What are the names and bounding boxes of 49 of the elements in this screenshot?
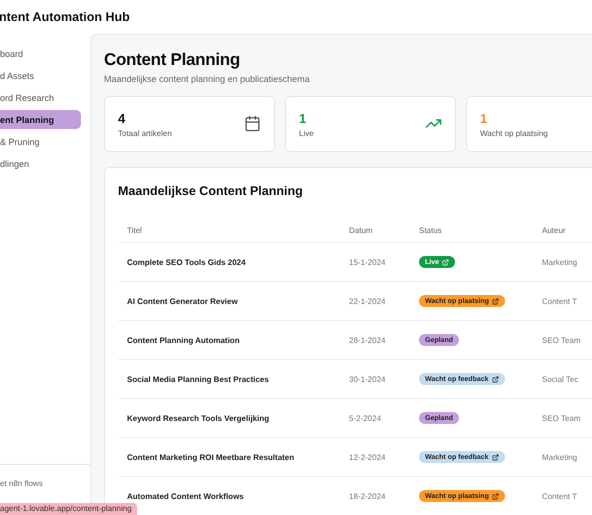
sidebar-item[interactable]: d Assets	[0, 66, 81, 85]
table-cell-text: Complete SEO Tools Gids 2024	[127, 258, 247, 266]
table-cell-text: Social Media Planning Best Practices	[127, 374, 270, 384]
table-cell-text: 28-1-2024	[349, 336, 386, 344]
table-cell-text: 15-1-2024	[349, 258, 386, 266]
table-cell-text: 22-1-2024	[349, 296, 386, 306]
link-preview-url: agent-1.lovable.app/content-planning	[0, 503, 137, 515]
table-cell-text: Keyword Research Tools Vergelijking	[127, 414, 270, 422]
table-cell-text: Content T	[542, 296, 578, 306]
column-header: Auteur	[542, 226, 567, 234]
table-cell-text: Automated Content Workflows	[127, 492, 245, 500]
external-link-icon	[492, 454, 499, 460]
table-title: Maandelijkse Content Planning	[118, 184, 304, 198]
external-link-icon	[492, 492, 499, 500]
page-subtitle: Maandelijkse content planning en publicatieschema	[104, 74, 311, 84]
stat-label: Wacht op plaatsing	[480, 129, 548, 138]
table-cell-text: Marketing	[542, 258, 578, 266]
stat-label: Live	[299, 129, 314, 138]
sidebar-item[interactable]: board	[0, 44, 81, 63]
table-cell-text: SEO Team	[542, 414, 582, 422]
external-link-icon	[492, 376, 499, 382]
sidebar-item[interactable]: ord Research	[0, 88, 81, 107]
table-cell-text: 30-1-2024	[349, 374, 386, 384]
table-cell-text: Marketing	[542, 452, 578, 462]
column-header: Titel	[127, 226, 143, 234]
column-header: Status	[419, 226, 443, 234]
sidebar-item[interactable]: & Pruning	[0, 132, 81, 151]
stat-value: 1	[299, 111, 308, 126]
table-cell-text: Social Tec	[542, 374, 580, 384]
table-cell-text: Content Planning Automation	[127, 336, 241, 344]
app-title: ntent Automation Hub	[0, 10, 130, 24]
table-cell-text: 5-2-2024	[349, 414, 382, 422]
column-header: Datum	[349, 226, 374, 234]
table-cell-text: 12-2-2024	[349, 452, 386, 462]
table-cell-text: Content T	[542, 492, 578, 500]
stat-value: 4	[118, 111, 126, 126]
page-title: Content Planning	[104, 50, 241, 70]
sidebar-item[interactable]: dlingen	[0, 154, 81, 173]
sidebar-footer-text: et n8n flows	[0, 479, 43, 488]
table-cell-text: Content Marketing ROI Meetbare Resultaten	[127, 452, 296, 462]
table-cell-text: 18-2-2024	[349, 492, 386, 500]
external-link-icon	[442, 258, 450, 266]
external-link-icon	[492, 298, 499, 304]
stat-value: 1	[480, 111, 488, 126]
table-cell-text: AI Content Generator Review	[127, 296, 239, 306]
calendar-icon	[244, 115, 261, 132]
sidebar-item[interactable]: ent Planning	[0, 110, 81, 129]
stat-label: Totaal artikelen	[118, 129, 172, 138]
table-cell-text: SEO Team	[542, 336, 582, 344]
